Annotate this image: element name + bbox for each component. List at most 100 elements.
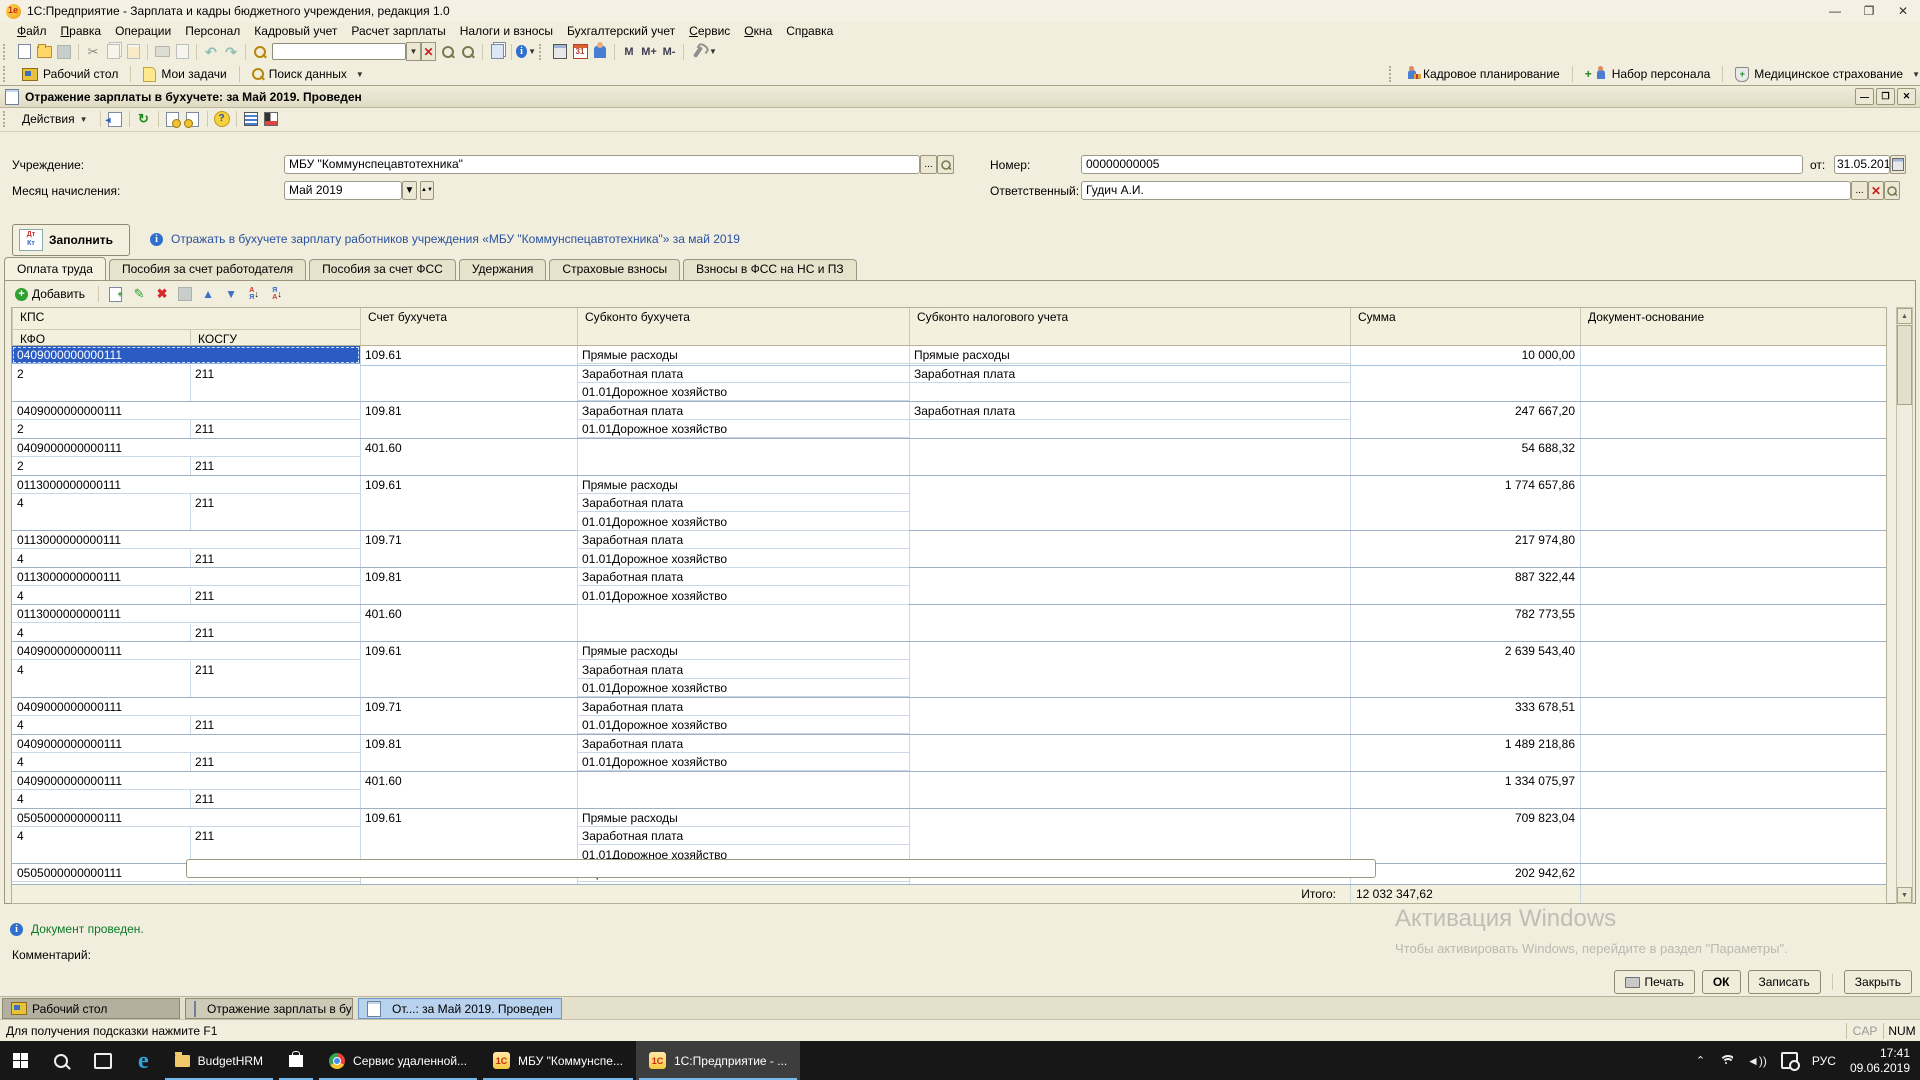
copy-icon[interactable] xyxy=(103,42,123,61)
list-settings-icon[interactable] xyxy=(241,110,261,129)
calendar-icon[interactable]: 31 xyxy=(570,42,590,61)
menu-item-Файл[interactable]: Файл xyxy=(10,23,54,39)
comment-input[interactable] xyxy=(186,859,1376,878)
menu-item-Сервис[interactable]: Сервис xyxy=(682,23,737,39)
table-row[interactable]: 01130000000001114211109.81Заработная пла… xyxy=(12,568,1886,605)
paste-icon[interactable] xyxy=(123,42,143,61)
sort-desc-icon[interactable]: ЯА↓ xyxy=(267,285,287,304)
panel-dropdown-icon[interactable]: ▼ xyxy=(356,70,364,79)
doc-restore-button[interactable]: ❐ xyxy=(1876,88,1895,105)
open-icon[interactable] xyxy=(34,42,54,61)
1c-window-2-taskbar-item[interactable]: 1С 1С:Предприятие - ... xyxy=(636,1041,800,1080)
tab-Страховые взносы[interactable]: Страховые взносы xyxy=(549,259,680,280)
table-row[interactable]: 04090000000001112211401.6054 688,32 xyxy=(12,439,1886,476)
tab-Взносы в ФСС на НС и ПЗ[interactable]: Взносы в ФСС на НС и ПЗ xyxy=(683,259,856,280)
window-restore-button[interactable]: ❐ xyxy=(1852,0,1886,22)
tab-Удержания[interactable]: Удержания xyxy=(459,259,547,280)
chrome-taskbar-item[interactable]: Сервис удаленной... xyxy=(316,1041,480,1080)
table-scrollbar[interactable]: ▲ ▼ xyxy=(1896,307,1913,904)
tab-Оплата труда[interactable]: Оплата труда xyxy=(4,257,106,280)
number-input[interactable]: 00000000005 xyxy=(1081,155,1803,174)
table-row[interactable]: 05050000000001114211109.61Прямые расходы… xyxy=(12,809,1886,865)
service-dropdown-icon[interactable]: ▼ xyxy=(709,47,717,56)
language-indicator[interactable]: РУС xyxy=(1812,1054,1836,1068)
responsible-select-button[interactable]: ... xyxy=(1851,181,1868,200)
hr-planning-button[interactable]: Кадровое планирование xyxy=(1400,66,1568,82)
close-button[interactable]: Закрыть xyxy=(1844,970,1912,994)
menu-item-Справка[interactable]: Справка xyxy=(779,23,840,39)
desktop-panel-button[interactable]: Рабочий стол xyxy=(14,66,126,82)
month-spinner[interactable]: ▲▼ xyxy=(420,181,434,200)
fill-button[interactable]: ДтКт Заполнить xyxy=(12,224,130,256)
window-tab-1[interactable]: Отражение зарплаты в бух... xyxy=(185,998,353,1019)
doc-minimize-button[interactable]: — xyxy=(1855,88,1874,105)
table-row[interactable]: 04090000000001114211109.61Прямые расходы… xyxy=(12,642,1886,698)
scroll-thumb[interactable] xyxy=(1897,325,1912,405)
move-up-icon[interactable]: ▲ xyxy=(198,285,218,304)
search-dropdown-icon[interactable]: ▼ xyxy=(406,42,421,61)
memory-m-plus-icon[interactable]: M+ xyxy=(639,42,659,61)
recruiting-button[interactable]: + Набор персонала xyxy=(1577,66,1719,82)
menu-item-Правка[interactable]: Правка xyxy=(54,23,109,39)
panel-dropdown-icon[interactable]: ▼ xyxy=(1912,70,1920,79)
window-minimize-button[interactable]: — xyxy=(1818,0,1852,22)
delete-row-icon[interactable]: ✖ xyxy=(152,285,172,304)
redo-icon[interactable]: ↷ xyxy=(221,42,241,61)
end-edit-icon[interactable] xyxy=(175,285,195,304)
window-tab-0[interactable]: Рабочий стол xyxy=(2,998,180,1019)
form-settings-icon[interactable] xyxy=(261,110,281,129)
search-clear-icon[interactable]: ✕ xyxy=(421,42,436,61)
institution-input[interactable]: МБУ "Коммунспецавтотехника" xyxy=(284,155,920,174)
medical-insurance-button[interactable]: + Медицинское страхование xyxy=(1727,66,1911,83)
wifi-icon[interactable] xyxy=(1719,1055,1733,1066)
1c-window-1-taskbar-item[interactable]: 1С МБУ "Коммунспе... xyxy=(480,1041,636,1080)
post-document-icon[interactable] xyxy=(105,110,125,129)
responsible-input[interactable]: Гудич А.И. xyxy=(1081,181,1851,200)
windows-list-icon[interactable] xyxy=(487,42,507,61)
table-row[interactable]: 04090000000001114211109.81Заработная пла… xyxy=(12,735,1886,772)
edit-row-icon[interactable]: ✎ xyxy=(129,285,149,304)
table-row[interactable]: 01130000000001114211109.71Заработная пла… xyxy=(12,531,1886,568)
scroll-up-icon[interactable]: ▲ xyxy=(1897,308,1912,324)
sort-asc-icon[interactable]: АЯ↓ xyxy=(244,285,264,304)
help-icon[interactable]: ? xyxy=(212,110,232,129)
memory-m-minus-icon[interactable]: M- xyxy=(659,42,679,61)
cut-icon[interactable]: ✂ xyxy=(83,42,103,61)
data-search-button[interactable]: Поиск данных xyxy=(244,66,355,82)
table-row[interactable]: 04090000000001112211109.61Прямые расходы… xyxy=(12,346,1886,402)
service-wrench-icon[interactable] xyxy=(688,42,708,61)
print-icon[interactable] xyxy=(152,42,172,61)
table-row[interactable]: 04090000000001114211401.601 334 075,97 xyxy=(12,772,1886,809)
calculator-icon[interactable] xyxy=(550,42,570,61)
undo-icon[interactable]: ↶ xyxy=(201,42,221,61)
table-row[interactable]: 01130000000001114211401.60782 773,55 xyxy=(12,605,1886,642)
menu-item-Расчет зарплаты[interactable]: Расчет зарплаты xyxy=(344,23,452,39)
action-center-icon[interactable] xyxy=(1781,1052,1798,1069)
institution-open-icon[interactable] xyxy=(937,155,954,174)
info-icon[interactable]: i▼ xyxy=(516,42,536,61)
date-input[interactable]: 31.05.2019 xyxy=(1834,155,1890,174)
user-lock-icon[interactable] xyxy=(590,42,610,61)
month-dropdown-icon[interactable]: ▼ xyxy=(402,181,417,200)
actions-menu-button[interactable]: Действия ▼ xyxy=(14,109,96,129)
volume-icon[interactable]: ◄)) xyxy=(1747,1054,1767,1068)
store-button[interactable] xyxy=(276,1041,316,1080)
refresh-icon[interactable]: ↻ xyxy=(134,110,154,129)
new-document-icon[interactable] xyxy=(14,42,34,61)
date-calendar-icon[interactable] xyxy=(1890,155,1906,174)
tray-expand-icon[interactable]: ⌃ xyxy=(1696,1054,1705,1067)
window-close-button[interactable]: ✕ xyxy=(1886,0,1920,22)
zoom-out-icon[interactable] xyxy=(458,42,478,61)
menu-item-Кадровый учет[interactable]: Кадровый учет xyxy=(247,23,344,39)
edge-button[interactable]: e xyxy=(125,1041,162,1080)
budgethrm-taskbar-item[interactable]: BudgetHRM xyxy=(162,1041,276,1080)
start-button[interactable] xyxy=(0,1041,41,1080)
table-row[interactable]: 01130000000001114211109.61Прямые расходы… xyxy=(12,476,1886,532)
menu-item-Окна[interactable]: Окна xyxy=(737,23,779,39)
move-down-icon[interactable]: ▼ xyxy=(221,285,241,304)
month-input[interactable]: Май 2019 xyxy=(284,181,402,200)
memory-m-icon[interactable]: M xyxy=(619,42,639,61)
taskbar-clock[interactable]: 17:41 09.06.2019 xyxy=(1850,1046,1910,1076)
table-row[interactable]: 04090000000001112211109.81Заработная пла… xyxy=(12,402,1886,439)
menu-item-Налоги и взносы[interactable]: Налоги и взносы xyxy=(453,23,560,39)
